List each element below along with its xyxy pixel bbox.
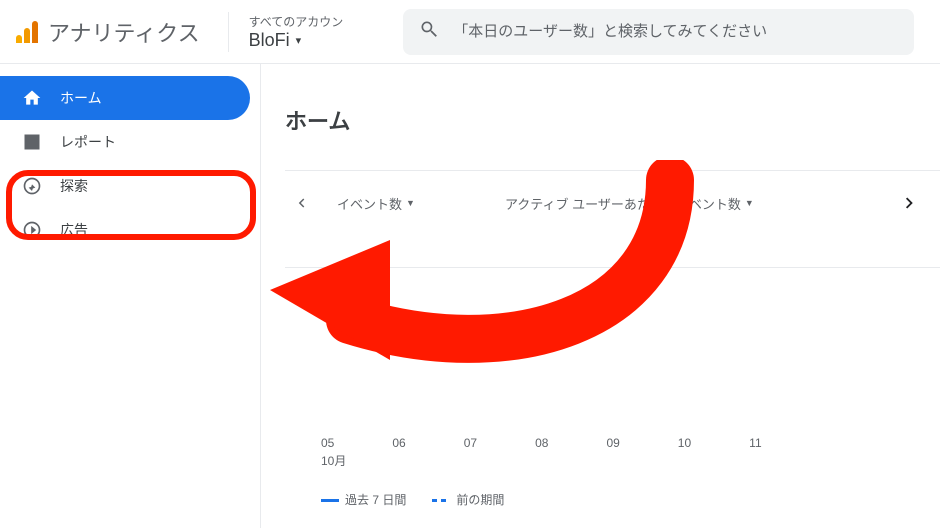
chart-legend: 過去 7 日間 前の期間 bbox=[285, 491, 940, 508]
bar-chart-icon bbox=[22, 132, 42, 152]
axis-tick: 05 bbox=[321, 436, 334, 450]
main-content: ホーム イベント数 ▼ アクティブ ユーザーあたりのイベント数 ▼ bbox=[260, 64, 940, 528]
legend-swatch-solid bbox=[321, 499, 339, 502]
product-name: アナリティクス bbox=[48, 16, 200, 48]
product-logo[interactable]: アナリティクス bbox=[16, 16, 200, 48]
sidebar: ホーム レポート 探索 広告 bbox=[0, 64, 260, 528]
chevron-right-icon bbox=[899, 192, 921, 214]
sidebar-item-explore[interactable]: 探索 bbox=[0, 164, 250, 208]
search-input[interactable] bbox=[453, 23, 898, 40]
page-title: ホーム bbox=[261, 104, 940, 136]
legend-previous: 前の期間 bbox=[432, 491, 504, 508]
sidebar-item-label: ホーム bbox=[60, 88, 102, 108]
axis-tick: 08 bbox=[535, 436, 548, 450]
search-bar[interactable] bbox=[403, 9, 914, 55]
axis-month-label: 10月 bbox=[285, 452, 940, 469]
sidebar-item-ads[interactable]: 広告 bbox=[0, 208, 250, 252]
axis-tick: 07 bbox=[464, 436, 477, 450]
explore-icon bbox=[22, 176, 42, 196]
app-header: アナリティクス すべてのアカウン BloFi ▾ bbox=[0, 0, 940, 64]
analytics-logo-icon bbox=[16, 21, 38, 43]
x-axis-ticks: 05 06 07 08 09 10 11 bbox=[285, 436, 940, 450]
dropdown-icon: ▼ bbox=[745, 198, 754, 208]
dropdown-icon: ▼ bbox=[406, 198, 415, 208]
home-icon bbox=[22, 88, 42, 108]
axis-tick: 10 bbox=[678, 436, 691, 450]
ads-icon bbox=[22, 220, 42, 240]
axis-tick: 09 bbox=[606, 436, 619, 450]
axis-tick: 06 bbox=[392, 436, 405, 450]
search-icon bbox=[419, 19, 439, 44]
legend-swatch-dashed bbox=[432, 499, 450, 502]
axis-tick: 11 bbox=[749, 436, 761, 450]
sidebar-item-reports[interactable]: レポート bbox=[0, 120, 250, 164]
legend-current: 過去 7 日間 bbox=[321, 491, 406, 508]
property-selector[interactable]: すべてのアカウン BloFi ▾ bbox=[228, 12, 344, 52]
metric-events-per-active-user[interactable]: アクティブ ユーザーあたりのイベント数 ▼ bbox=[505, 194, 754, 213]
chevron-down-icon: ▾ bbox=[296, 34, 302, 47]
overview-card: イベント数 ▼ アクティブ ユーザーあたりのイベント数 ▼ 05 06 07 0… bbox=[285, 170, 940, 508]
sidebar-item-label: 探索 bbox=[60, 176, 88, 196]
sidebar-item-label: 広告 bbox=[60, 220, 88, 240]
carousel-prev[interactable] bbox=[285, 194, 317, 212]
carousel-next[interactable] bbox=[894, 192, 926, 214]
metric-events[interactable]: イベント数 ▼ bbox=[337, 194, 415, 213]
sidebar-item-label: レポート bbox=[60, 132, 116, 152]
sidebar-item-home[interactable]: ホーム bbox=[0, 76, 250, 120]
chevron-left-icon bbox=[292, 194, 310, 212]
property-name: BloFi bbox=[249, 30, 290, 51]
accounts-label: すべてのアカウン bbox=[249, 13, 344, 30]
